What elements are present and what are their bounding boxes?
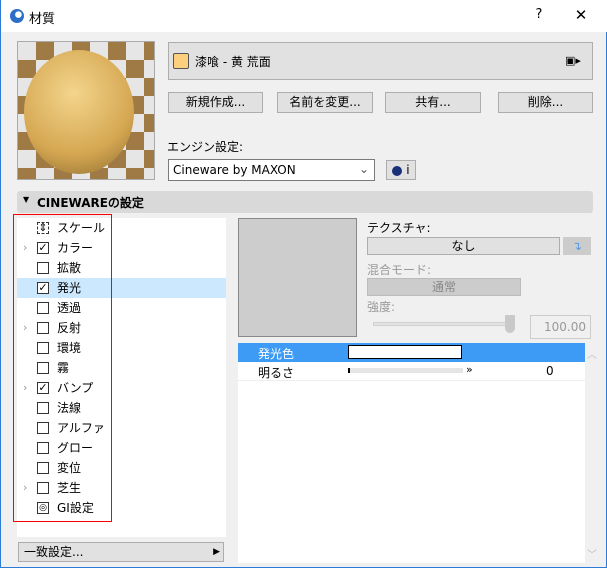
slider-thumb-icon[interactable]: » xyxy=(466,363,473,376)
property-row-emission-color[interactable]: 発光色 xyxy=(238,343,585,362)
engine-value: Cineware by MAXON xyxy=(173,163,296,177)
color-swatch[interactable] xyxy=(348,345,462,359)
slider-thumb[interactable] xyxy=(505,315,515,333)
property-table: 発光色 明るさ » 0 xyxy=(238,343,585,563)
delete-button[interactable]: 削除... xyxy=(498,92,593,113)
engine-label: エンジン設定: xyxy=(167,140,244,154)
strength-label: 強度: xyxy=(367,300,396,314)
title-bar: 材質 ? ✕ xyxy=(1,0,607,32)
section-header[interactable]: ▼ CINEWAREの設定 xyxy=(17,191,593,213)
highlight-box xyxy=(13,214,112,522)
engine-info-button[interactable]: i xyxy=(386,160,416,180)
match-label: 一致設定... xyxy=(24,545,84,559)
texture-load-icon[interactable]: ↴ xyxy=(563,237,591,255)
property-name: 明るさ xyxy=(258,366,295,380)
strength-slider[interactable] xyxy=(373,315,515,333)
strength-value[interactable]: 100.00 xyxy=(530,315,591,339)
section-title: CINEWAREの設定 xyxy=(37,196,144,210)
property-name: 発光色 xyxy=(258,347,295,361)
rename-button[interactable]: 名前を変更... xyxy=(277,92,373,113)
texture-button[interactable]: なし xyxy=(367,237,560,255)
material-name: 漆喰 - 黄 荒面 xyxy=(195,55,271,69)
scroll-up-icon[interactable]: ︿ xyxy=(587,346,597,361)
cineware-icon xyxy=(392,165,403,176)
new-button[interactable]: 新規作成... xyxy=(168,92,263,113)
material-name-field[interactable]: 漆喰 - 黄 荒面 ▣▸ xyxy=(168,42,593,80)
close-button[interactable]: ✕ xyxy=(569,6,593,24)
scroll-down-icon[interactable]: ﹀ xyxy=(587,546,597,561)
brightness-slider[interactable] xyxy=(348,368,463,373)
chevron-down-icon: ⌄ xyxy=(358,162,369,176)
blend-label: 混合モード: xyxy=(367,263,432,277)
engine-dropdown[interactable]: Cineware by MAXON ⌄ xyxy=(168,159,375,181)
info-icon: i xyxy=(406,163,410,177)
collapse-triangle-icon: ▼ xyxy=(23,195,30,204)
material-preview xyxy=(17,41,155,180)
window-title: 材質 xyxy=(29,12,56,27)
app-icon xyxy=(10,9,24,23)
chevron-right-icon: ▶ xyxy=(213,547,220,557)
material-dialog: 材質 ? ✕ 漆喰 - 黄 荒面 ▣▸ 新規作成... 名前を変更... 共有.… xyxy=(0,0,607,568)
texture-preview xyxy=(238,218,357,337)
property-row-brightness[interactable]: 明るさ » 0 xyxy=(238,362,585,381)
image-menu-icon[interactable]: ▣▸ xyxy=(565,54,581,67)
brightness-value[interactable]: 0 xyxy=(546,364,554,378)
texture-label: テクスチャ: xyxy=(367,221,431,235)
share-button[interactable]: 共有... xyxy=(385,92,481,113)
match-settings-button[interactable]: 一致設定... ▶ xyxy=(18,542,224,562)
blend-dropdown[interactable]: 通常 xyxy=(367,278,521,296)
material-swatch xyxy=(173,53,189,69)
help-button[interactable]: ? xyxy=(529,7,549,22)
